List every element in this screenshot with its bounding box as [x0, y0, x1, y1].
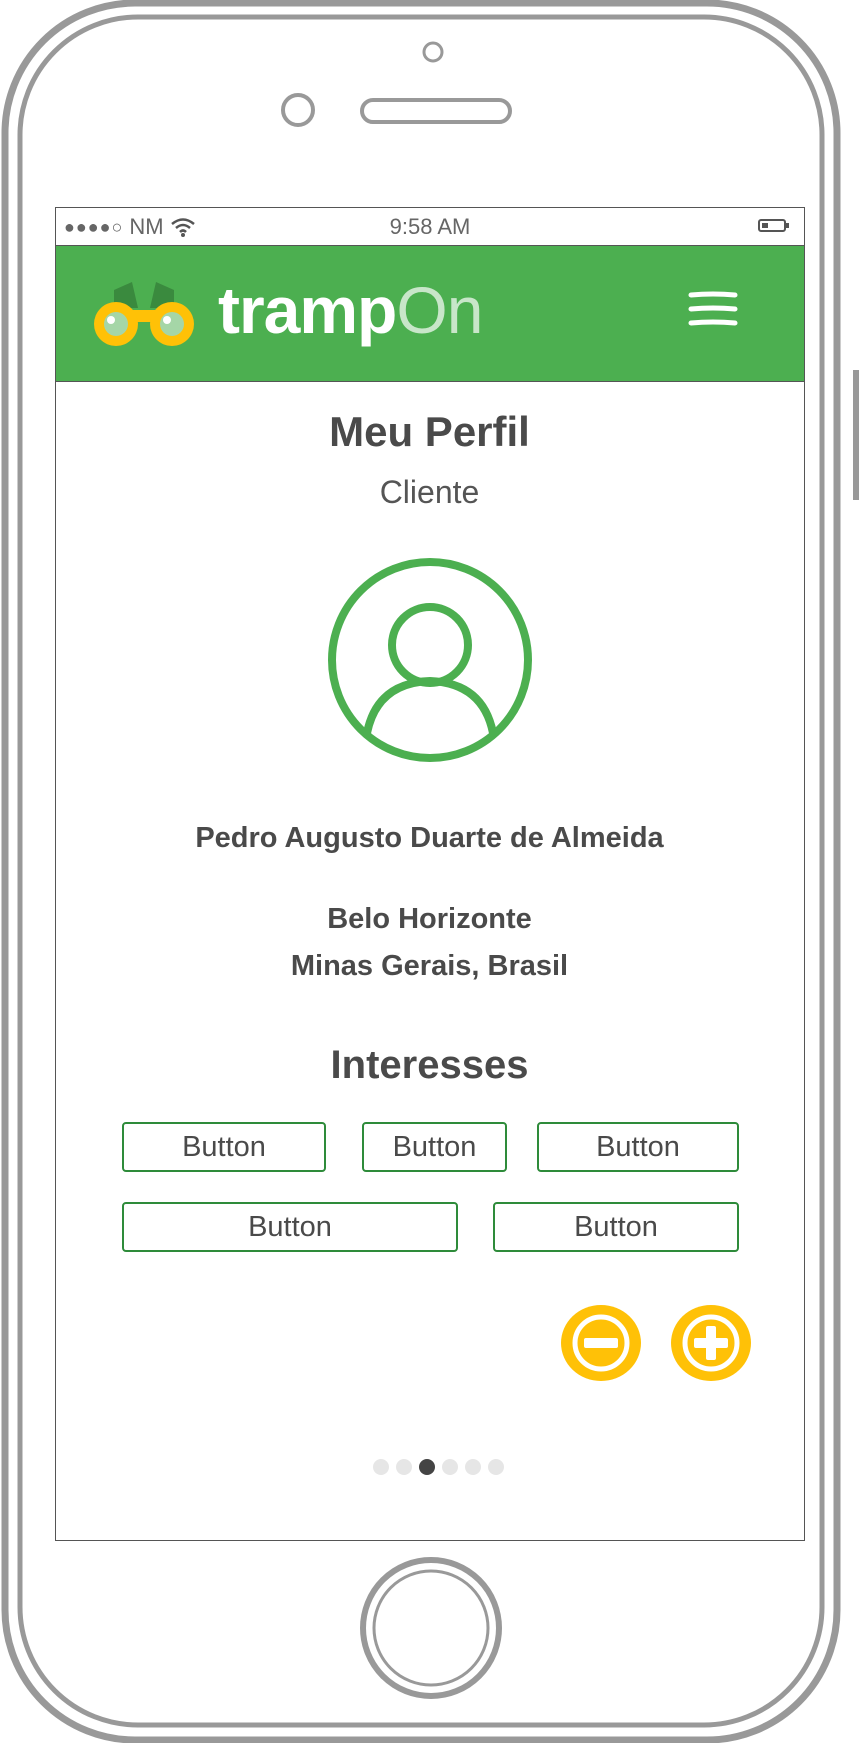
brand-logo-text: trampOn: [218, 273, 483, 347]
page-dot-6[interactable]: [488, 1459, 504, 1475]
page-dot-2[interactable]: [396, 1459, 412, 1475]
user-city: Belo Horizonte: [327, 903, 532, 935]
interest-button-3[interactable]: Button: [537, 1122, 739, 1172]
app-header: trampOn: [56, 246, 804, 382]
user-full-name: Pedro Augusto Duarte de Almeida: [195, 822, 664, 854]
interest-button-5[interactable]: Button: [493, 1202, 739, 1252]
interests-title: Interesses: [330, 1043, 529, 1087]
minus-circle-icon[interactable]: [561, 1305, 641, 1381]
pagination-dots: [373, 1459, 504, 1475]
page-dot-4[interactable]: [442, 1459, 458, 1475]
page-dot-3[interactable]: [419, 1459, 435, 1475]
page-dot-1[interactable]: [373, 1459, 389, 1475]
brand-part-2: On: [396, 273, 483, 347]
status-time: 9:58 AM: [389, 214, 471, 239]
status-bar: ●●●●○ NM 9:58 AM: [56, 208, 804, 246]
binoculars-icon: [94, 282, 194, 346]
brand-part-1: tramp: [218, 273, 397, 347]
hamburger-menu-icon[interactable]: [688, 290, 738, 330]
page-title: Meu Perfil: [329, 408, 530, 455]
user-region: Minas Gerais, Brasil: [290, 950, 569, 982]
interest-button-1[interactable]: Button: [122, 1122, 326, 1172]
user-avatar-icon: [328, 558, 532, 762]
interest-button-2[interactable]: Button: [362, 1122, 507, 1172]
interest-button-4[interactable]: Button: [122, 1202, 458, 1252]
page-dot-5[interactable]: [465, 1459, 481, 1475]
plus-circle-icon[interactable]: [671, 1305, 751, 1381]
profile-type: Cliente: [379, 474, 480, 510]
battery-icon: [758, 219, 789, 232]
